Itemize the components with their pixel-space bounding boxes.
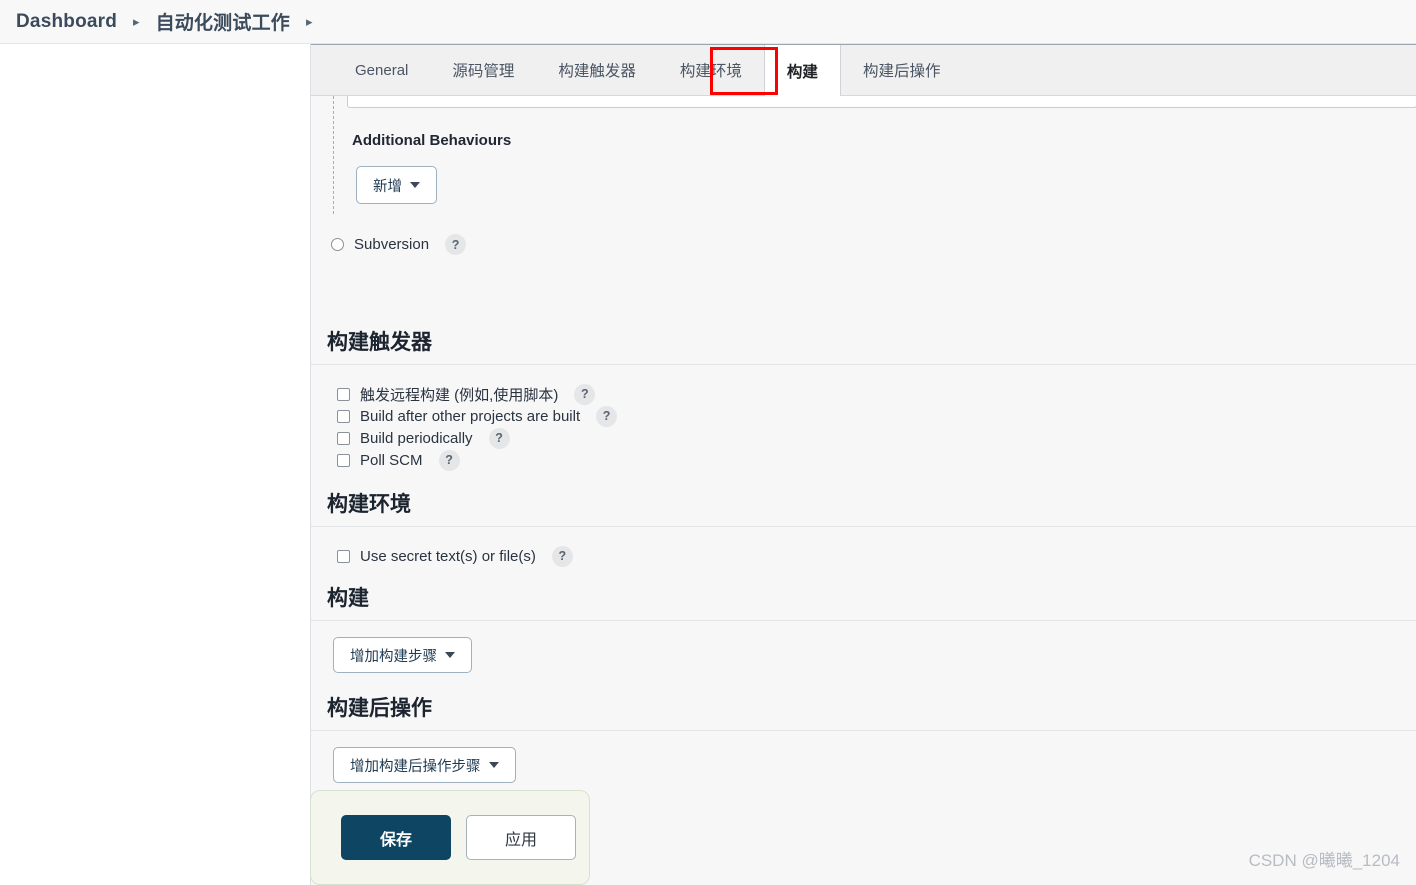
breadcrumb-item-job[interactable]: 自动化测试工作 [156,8,290,35]
add-post-build-step-button[interactable]: 增加构建后操作步骤 [333,747,516,783]
trigger-row-periodically[interactable]: Build periodically ? [337,427,1416,449]
add-behaviour-label: 新增 [373,178,402,195]
section-build-triggers: 构建触发器 触发远程构建 (例如,使用脚本) ? Build after oth… [311,326,1416,471]
add-post-build-step-label: 增加构建后操作步骤 [350,758,481,775]
apply-button[interactable]: 应用 [466,815,576,860]
tab-general-label: General [355,61,409,79]
chevron-down-icon [445,652,455,658]
checkbox-trigger-periodically[interactable] [337,431,350,445]
help-icon[interactable]: ? [574,383,596,405]
tab-scm-label: 源码管理 [452,63,515,80]
add-build-step-label: 增加构建步骤 [350,648,437,665]
checkbox-trigger-poll-scm[interactable] [337,453,350,467]
section-build: 构建 增加构建步骤 [311,582,1416,673]
save-button[interactable]: 保存 [341,815,451,860]
help-icon[interactable]: ? [488,427,510,449]
tab-build-environment-label: 构建环境 [679,63,742,80]
trigger-row-after-projects[interactable]: Build after other projects are built ? [337,405,1416,427]
tab-post-build[interactable]: 构建后操作 [841,45,963,95]
section-post-build-title: 构建后操作 [311,692,1416,731]
radio-subversion-label: Subversion [354,236,430,253]
breadcrumb-dropdown-icon[interactable]: ▸ [306,14,313,30]
breadcrumb-item-dashboard[interactable]: Dashboard [16,11,117,33]
add-build-step-button[interactable]: 增加构建步骤 [333,637,472,673]
scm-clipped-text-field[interactable] [347,96,1416,108]
tab-post-build-label: 构建后操作 [862,63,941,80]
left-rail [0,44,310,885]
help-icon[interactable]: ? [445,234,467,255]
form-action-bar: 保存 应用 [310,790,590,885]
tab-scm[interactable]: 源码管理 [430,45,536,95]
section-build-title: 构建 [311,582,1416,621]
trigger-row-poll-scm[interactable]: Poll SCM ? [337,449,1416,471]
watermark: CSDN @曦曦_1204 [1248,851,1400,870]
checkbox-trigger-remote[interactable] [337,387,350,401]
section-build-triggers-title: 构建触发器 [311,326,1416,365]
chevron-down-icon [488,762,499,768]
chevron-down-icon [410,182,420,188]
config-tab-bar: General 源码管理 构建触发器 构建环境 构建 构建后操作 [311,44,1416,96]
breadcrumb: Dashboard ▸ 自动化测试工作 ▸ [0,0,1416,44]
trigger-remote-label: 触发远程构建 (例如,使用脚本) [360,386,559,404]
trigger-row-remote[interactable]: 触发远程构建 (例如,使用脚本) ? [337,383,1416,405]
help-icon[interactable]: ? [438,449,460,471]
trigger-periodically-label: Build periodically [360,429,473,447]
tab-build-environment[interactable]: 构建环境 [658,45,764,95]
section-build-environment-title: 构建环境 [311,488,1416,527]
tab-general[interactable]: General [333,45,430,95]
trigger-after-projects-label: Build after other projects are built [360,407,581,425]
checkbox-use-secret-text[interactable] [337,549,350,563]
env-row-secret-text[interactable]: Use secret text(s) or file(s) ? [337,545,1416,567]
additional-behaviours-title: Additional Behaviours [352,132,512,149]
config-form-body: Additional Behaviours 新增 Subversion ? 构建… [311,96,1416,885]
tab-build-triggers[interactable]: 构建触发器 [536,45,658,95]
add-behaviour-button[interactable]: 新增 [356,166,437,204]
tab-build-triggers-label: 构建触发器 [558,63,636,80]
help-icon[interactable]: ? [551,545,573,567]
breadcrumb-separator-icon: ▸ [133,13,140,29]
scm-block-guide-line [333,96,334,214]
scm-option-subversion[interactable]: Subversion ? [331,234,467,255]
env-secret-text-label: Use secret text(s) or file(s) [360,547,536,565]
job-config-panel: General 源码管理 构建触发器 构建环境 构建 构建后操作 Additio… [310,44,1416,885]
checkbox-trigger-after-projects[interactable] [337,409,350,423]
trigger-poll-scm-label: Poll SCM [360,451,423,469]
help-icon[interactable]: ? [596,405,618,427]
tab-build[interactable]: 构建 [763,45,841,96]
radio-subversion[interactable] [331,238,344,251]
tab-build-label: 构建 [786,63,818,81]
section-post-build: 构建后操作 增加构建后操作步骤 [311,692,1416,783]
section-build-environment: 构建环境 Use secret text(s) or file(s) ? [311,488,1416,567]
